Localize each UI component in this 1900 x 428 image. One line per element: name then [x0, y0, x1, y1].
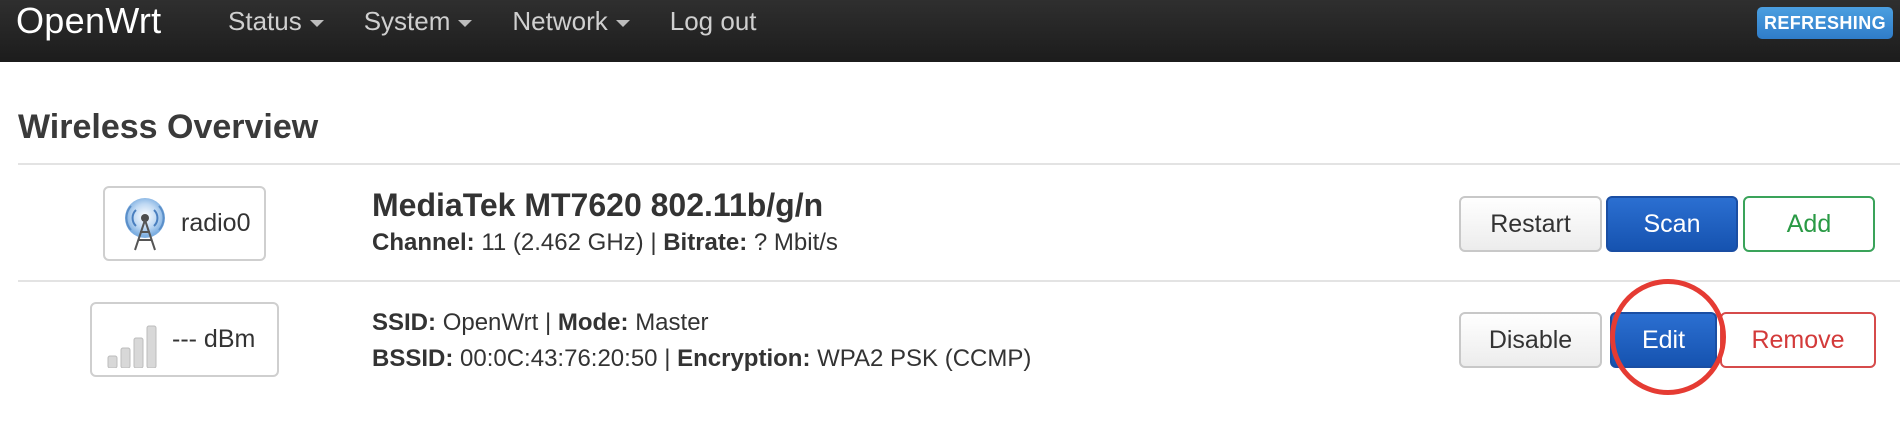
scan-button[interactable]: Scan	[1606, 196, 1738, 252]
chevron-down-icon	[458, 19, 473, 27]
divider	[18, 163, 1900, 165]
radio-badge-label: radio0	[181, 209, 251, 237]
ssid-info-line: SSID: OpenWrt | Mode: Master	[372, 309, 709, 337]
radio-info-line: Channel: 11 (2.462 GHz) | Bitrate: ? Mbi…	[372, 229, 838, 257]
nav-system-label: System	[363, 5, 451, 36]
chevron-down-icon	[615, 19, 630, 27]
refreshing-badge[interactable]: REFRESHING	[1756, 7, 1893, 39]
bssid-label: BSSID:	[372, 345, 454, 372]
bitrate-label: Bitrate:	[663, 229, 748, 256]
main-nav: Status System Network Log out	[228, 0, 797, 42]
brand-logo[interactable]: OpenWrt	[16, 0, 162, 42]
page-title: Wireless Overview	[18, 108, 319, 146]
signal-badge-label: --- dBm	[172, 325, 256, 353]
top-navbar: OpenWrt Status System Network Log out RE…	[0, 0, 1900, 62]
nav-network[interactable]: Network	[512, 5, 630, 37]
channel-label: Channel:	[372, 229, 475, 256]
radio-tower-icon	[119, 196, 171, 252]
encryption-value: WPA2 PSK (CCMP)	[817, 345, 1032, 372]
disable-button[interactable]: Disable	[1459, 312, 1602, 368]
bssid-info-line: BSSID: 00:0C:43:76:20:50 | Encryption: W…	[372, 345, 1031, 373]
separator: |	[664, 345, 671, 372]
bitrate-value: ? Mbit/s	[753, 229, 838, 256]
edit-button[interactable]: Edit	[1610, 312, 1717, 368]
remove-button[interactable]: Remove	[1720, 312, 1876, 368]
chevron-down-icon	[309, 19, 324, 27]
restart-button[interactable]: Restart	[1459, 196, 1602, 252]
add-button[interactable]: Add	[1743, 196, 1875, 252]
encryption-label: Encryption:	[677, 345, 811, 372]
channel-value: 11 (2.462 GHz)	[481, 229, 644, 256]
bssid-value: 00:0C:43:76:20:50	[460, 345, 658, 372]
mode-label: Mode:	[557, 309, 629, 336]
radio-badge: radio0	[103, 186, 266, 261]
nav-system[interactable]: System	[364, 6, 473, 37]
ssid-label: SSID:	[372, 309, 437, 336]
nav-network-label: Network	[512, 5, 608, 36]
separator: |	[650, 229, 657, 256]
separator: |	[544, 309, 552, 336]
mode-value: Master	[635, 309, 709, 336]
signal-badge: --- dBm	[90, 302, 279, 377]
nav-status[interactable]: Status	[228, 6, 324, 37]
nav-logout[interactable]: Log out	[670, 6, 757, 37]
radio-title: MediaTek MT7620 802.11b/g/n	[372, 187, 824, 223]
nav-status-label: Status	[228, 5, 302, 36]
nav-logout-label: Log out	[669, 5, 757, 36]
ssid-value: OpenWrt	[442, 309, 539, 336]
signal-strength-icon	[106, 312, 162, 368]
divider	[18, 280, 1900, 282]
